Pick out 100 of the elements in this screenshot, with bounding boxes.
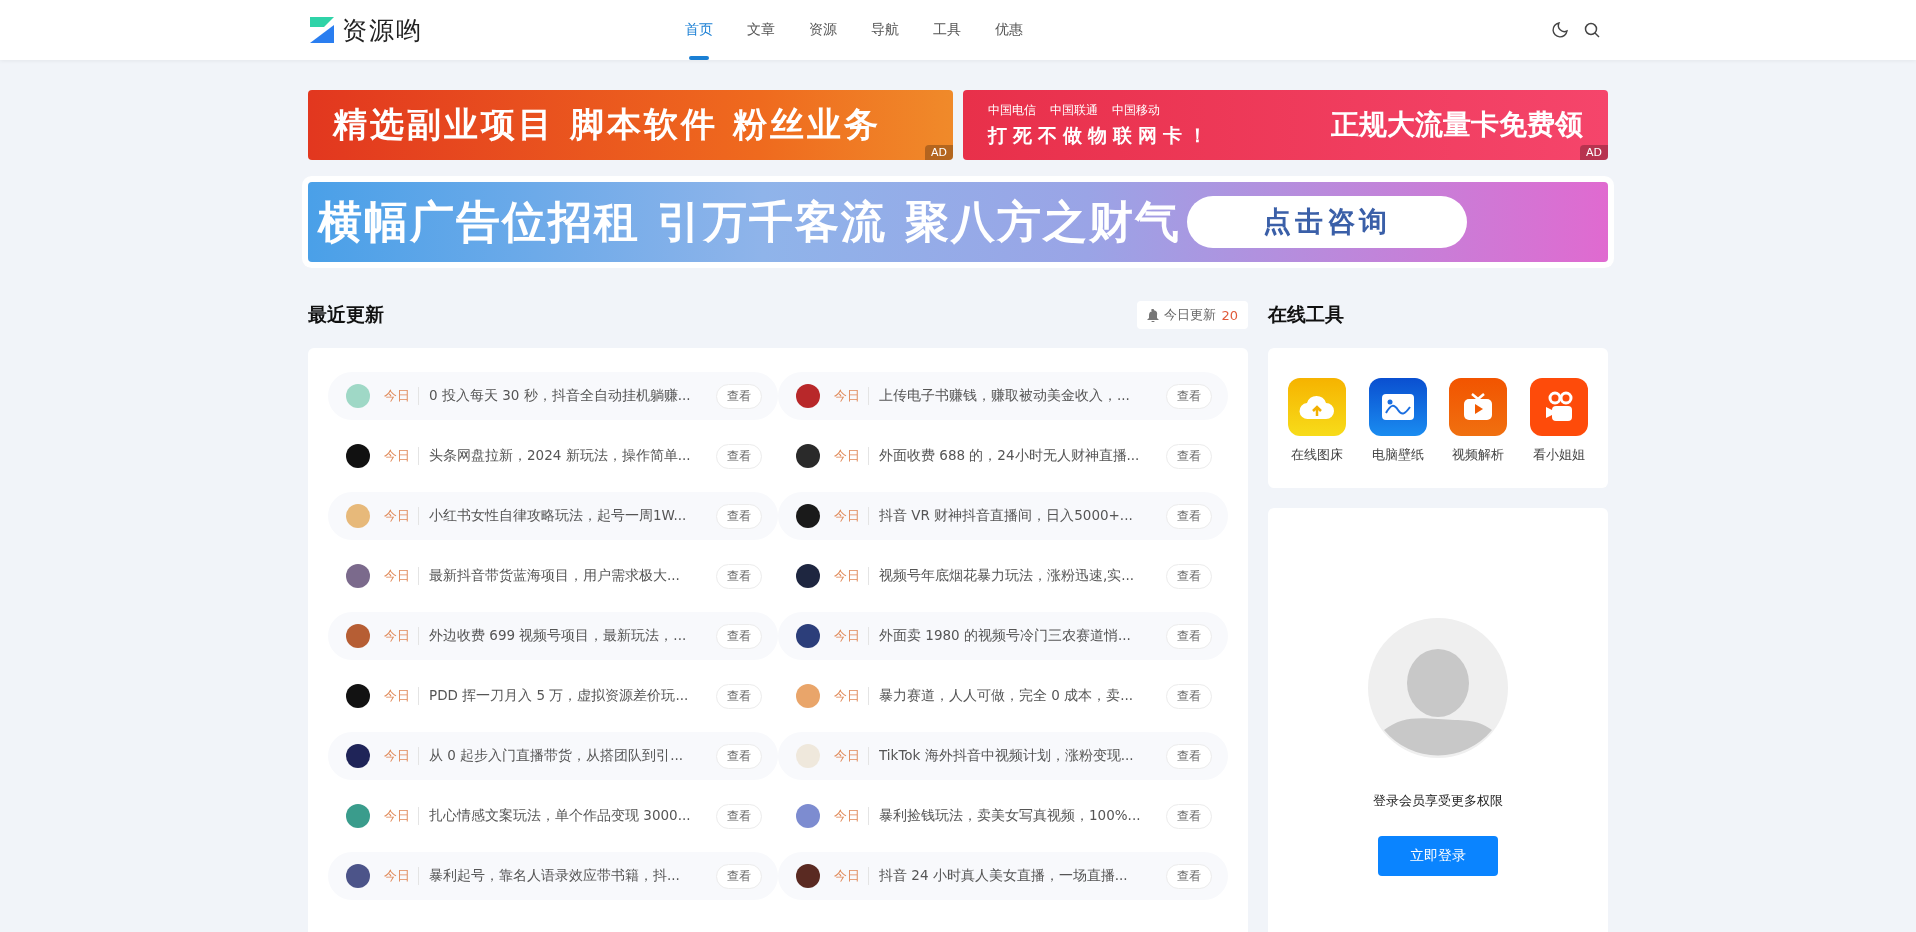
nav-tab[interactable]: 优惠	[978, 0, 1040, 60]
post-item[interactable]: 今日 暴利起号，靠名人语录效应带书籍，抖... 查看	[328, 852, 778, 900]
post-item[interactable]: 今日 TikTok 海外抖音中视频计划，涨粉变现... 查看	[778, 732, 1228, 780]
post-title[interactable]: 0 投入每天 30 秒，抖音全自动挂机躺赚...	[429, 387, 702, 405]
logo-icon	[308, 15, 336, 45]
login-button[interactable]: 立即登录	[1378, 836, 1498, 876]
post-title[interactable]: 最新抖音带货蓝海项目，用户需求极大...	[429, 567, 702, 585]
post-item[interactable]: 今日 视频号年底烟花暴力玩法，涨粉迅速,实... 查看	[778, 552, 1228, 600]
view-button[interactable]: 查看	[716, 443, 762, 469]
banner-text: 横幅广告位招租 引万千客流 聚八方之财气	[318, 194, 1181, 249]
post-item[interactable]: 今日 抖音 VR 财神抖音直播间，日入5000+... 查看	[778, 492, 1228, 540]
post-title[interactable]: 外边收费 699 视频号项目，最新玩法，...	[429, 627, 702, 645]
nav-tab[interactable]: 导航	[854, 0, 916, 60]
date-tag: 今日	[834, 687, 869, 705]
post-item[interactable]: 今日 暴利捡钱玩法，卖美女写真视频，100%... 查看	[778, 792, 1228, 840]
date-tag: 今日	[834, 747, 869, 765]
ad-banner[interactable]: 精选副业项目 脚本软件 粉丝业务 AD	[308, 90, 953, 160]
view-button[interactable]: 查看	[1166, 863, 1212, 889]
post-title[interactable]: 暴力赛道，人人可做，完全 0 成本，卖...	[879, 687, 1152, 705]
post-item[interactable]: 今日 小红书女性自律攻略玩法，起号一周1W... 查看	[328, 492, 778, 540]
nav-tab[interactable]: 首页	[668, 0, 730, 60]
login-prompt: 登录会员享受更多权限	[1373, 792, 1503, 810]
post-title[interactable]: 抖音 VR 财神抖音直播间，日入5000+...	[879, 507, 1152, 525]
date-tag: 今日	[384, 627, 419, 645]
view-button[interactable]: 查看	[1166, 743, 1212, 769]
date-tag: 今日	[384, 807, 419, 825]
date-tag: 今日	[834, 627, 869, 645]
post-title[interactable]: 头条网盘拉新，2024 新玩法，操作简单...	[429, 447, 702, 465]
post-item[interactable]: 今日 扎心情感文案玩法，单个作品变现 3000... 查看	[328, 792, 778, 840]
date-tag: 今日	[384, 447, 419, 465]
ad-slogan: 打死不做物联网卡！	[988, 122, 1213, 148]
post-item[interactable]: 今日 外面收费 688 的，24小时无人财神直播... 查看	[778, 432, 1228, 480]
post-title[interactable]: 外面卖 1980 的视频号冷门三农赛道悄...	[879, 627, 1152, 645]
post-title[interactable]: 扎心情感文案玩法，单个作品变现 3000...	[429, 807, 702, 825]
tool-label: 在线图床	[1291, 446, 1343, 464]
view-button[interactable]: 查看	[716, 863, 762, 889]
view-button[interactable]: 查看	[1166, 443, 1212, 469]
view-button[interactable]: 查看	[716, 803, 762, 829]
post-title[interactable]: 小红书女性自律攻略玩法，起号一周1W...	[429, 507, 702, 525]
post-title[interactable]: 暴利捡钱玩法，卖美女写真视频，100%...	[879, 807, 1152, 825]
view-button[interactable]: 查看	[1166, 803, 1212, 829]
tool-link[interactable]: 视频解析	[1449, 378, 1508, 464]
view-button[interactable]: 查看	[716, 503, 762, 529]
date-tag: 今日	[384, 687, 419, 705]
view-button[interactable]: 查看	[716, 383, 762, 409]
carrier-logo-text: 中国电信	[988, 101, 1036, 119]
view-button[interactable]: 查看	[716, 623, 762, 649]
view-button[interactable]: 查看	[1166, 503, 1212, 529]
date-tag: 今日	[384, 507, 419, 525]
date-tag: 今日	[384, 867, 419, 885]
view-button[interactable]: 查看	[716, 743, 762, 769]
post-title[interactable]: 抖音 24 小时真人美女直播，一场直播...	[879, 867, 1152, 885]
carrier-logo-text: 中国移动	[1112, 101, 1160, 119]
post-item[interactable]: 今日 从 0 起步入门直播带货，从搭团队到引... 查看	[328, 732, 778, 780]
post-item[interactable]: 今日 0 投入每天 30 秒，抖音全自动挂机躺赚... 查看	[328, 372, 778, 420]
post-item[interactable]: 今日 外面卖 1980 的视频号冷门三农赛道悄... 查看	[778, 612, 1228, 660]
ad-banner[interactable]: 中国电信 中国联通 中国移动 打死不做物联网卡！ 正规大流量卡免费领 AD	[963, 90, 1608, 160]
tool-link[interactable]: 看小姐姐	[1529, 378, 1588, 464]
cloud-upload-icon	[1299, 394, 1335, 420]
nav-tab[interactable]: 文章	[730, 0, 792, 60]
view-button[interactable]: 查看	[716, 563, 762, 589]
section-title: 最近更新	[308, 302, 384, 327]
tool-link[interactable]: 电脑壁纸	[1368, 378, 1427, 464]
post-title[interactable]: 上传电子书赚钱，赚取被动美金收入，...	[879, 387, 1152, 405]
date-tag: 今日	[834, 867, 869, 885]
carrier-logo-text: 中国联通	[1050, 101, 1098, 119]
date-tag: 今日	[384, 387, 419, 405]
post-item[interactable]: 今日 头条网盘拉新，2024 新玩法，操作简单... 查看	[328, 432, 778, 480]
picture-icon	[1380, 393, 1415, 421]
post-title[interactable]: 从 0 起步入门直播带货，从搭团队到引...	[429, 747, 702, 765]
tool-label: 看小姐姐	[1532, 446, 1585, 464]
post-item[interactable]: 今日 上传电子书赚钱，赚取被动美金收入，... 查看	[778, 372, 1228, 420]
consult-button[interactable]: 点击咨询	[1186, 196, 1467, 248]
view-button[interactable]: 查看	[1166, 563, 1212, 589]
post-title[interactable]: 外面收费 688 的，24小时无人财神直播...	[879, 447, 1152, 465]
post-item[interactable]: 今日 抖音 24 小时真人美女直播，一场直播... 查看	[778, 852, 1228, 900]
tool-link[interactable]: 在线图床	[1288, 378, 1346, 464]
tool-label: 视频解析	[1452, 446, 1505, 464]
ad-badge: AD	[925, 145, 953, 160]
post-title[interactable]: TikTok 海外抖音中视频计划，涨粉变现...	[879, 747, 1152, 765]
date-tag: 今日	[834, 807, 869, 825]
nav-tab[interactable]: 资源	[792, 0, 854, 60]
post-item[interactable]: 今日 外边收费 699 视频号项目，最新玩法，... 查看	[328, 612, 778, 660]
section-title: 在线工具	[1268, 302, 1344, 327]
badge-label: 今日更新	[1164, 306, 1217, 324]
post-item[interactable]: 今日 暴力赛道，人人可做，完全 0 成本，卖... 查看	[778, 672, 1228, 720]
date-tag: 今日	[384, 567, 419, 585]
post-item[interactable]: 今日 PDD 挥一刀月入 5 万，虚拟资源差价玩... 查看	[328, 672, 778, 720]
logo-text[interactable]: 资源哟	[342, 13, 423, 47]
view-button[interactable]: 查看	[1166, 623, 1212, 649]
date-tag: 今日	[834, 507, 869, 525]
post-title[interactable]: 暴利起号，靠名人语录效应带书籍，抖...	[429, 867, 702, 885]
view-button[interactable]: 查看	[1166, 383, 1212, 409]
nav-tab[interactable]: 工具	[916, 0, 978, 60]
date-tag: 今日	[384, 747, 419, 765]
view-button[interactable]: 查看	[716, 683, 762, 709]
view-button[interactable]: 查看	[1166, 683, 1212, 709]
post-title[interactable]: PDD 挥一刀月入 5 万，虚拟资源差价玩...	[429, 687, 702, 705]
post-item[interactable]: 今日 最新抖音带货蓝海项目，用户需求极大... 查看	[328, 552, 778, 600]
post-title[interactable]: 视频号年底烟花暴力玩法，涨粉迅速,实...	[879, 567, 1152, 585]
